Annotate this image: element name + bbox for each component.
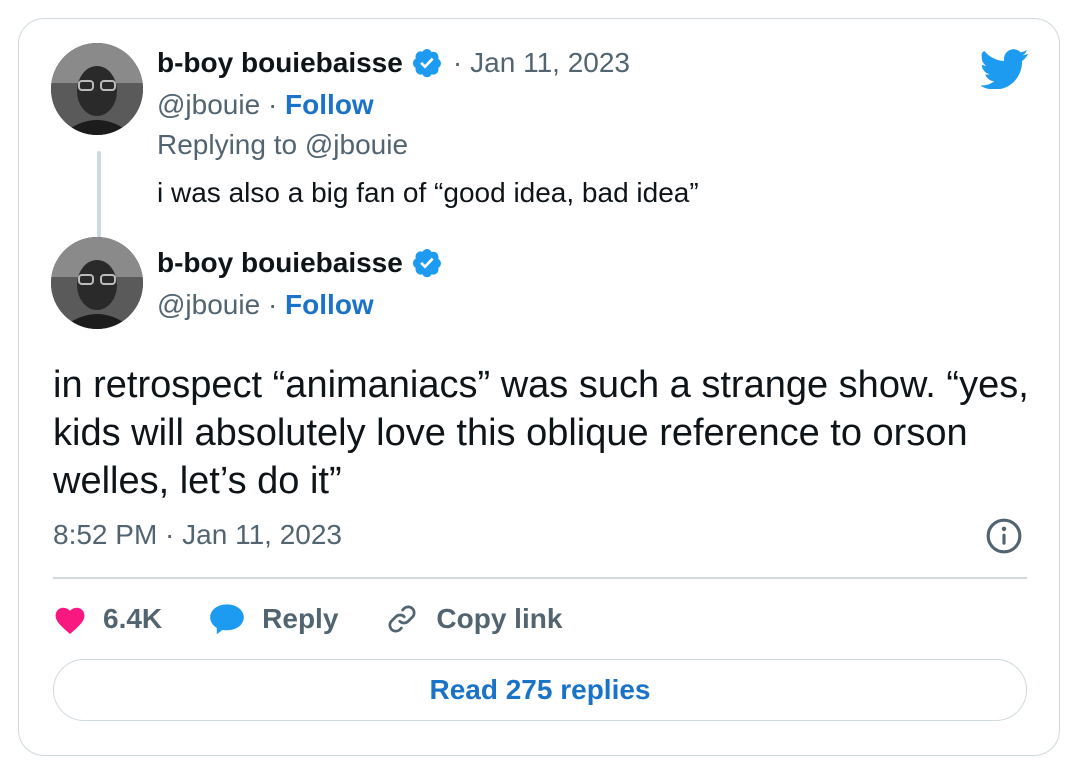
author-handle[interactable]: @jbouie [157,289,260,320]
reply-label: Reply [262,603,339,634]
tweet-timestamp[interactable]: 8:52 PM · Jan 11, 2023 [53,519,342,551]
verified-badge-icon [412,249,441,278]
parent-handle-row: @jbouie · Follow [157,89,374,121]
author-name[interactable]: b-boy bouiebaisse [157,47,403,79]
parent-author-row: b-boy bouiebaisse · Jan 11, 2023 [157,47,630,79]
action-bar: 6.4K Reply Copy link [53,597,608,641]
divider [53,577,1027,579]
main-tweet-text: in retrospect “animaniacs” was such a st… [53,364,1029,502]
read-replies-button[interactable]: Read 275 replies [53,659,1027,721]
thread-connector-line [97,151,101,243]
follow-button[interactable]: Follow [285,289,374,320]
follow-button[interactable]: Follow [285,89,374,120]
like-button[interactable]: 6.4K [53,603,162,635]
separator-dot: · [267,289,278,320]
separator-dot: · [267,89,278,120]
speech-bubble-icon [210,604,244,635]
copy-link-button[interactable]: Copy link [384,601,562,637]
separator-dot: · [452,47,463,78]
info-icon[interactable] [985,517,1023,555]
heart-icon [55,607,85,635]
tweet-date[interactable]: Jan 11, 2023 [470,47,630,79]
author-name[interactable]: b-boy bouiebaisse [157,247,403,279]
verified-badge-icon [412,49,441,78]
main-handle-row: @jbouie · Follow [157,289,374,321]
tweet-embed-card: b-boy bouiebaisse · Jan 11, 2023 @jbouie… [18,18,1060,756]
link-icon [388,605,416,633]
parent-tweet-text: i was also a big fan of “good idea, bad … [157,177,699,208]
twitter-bird-icon[interactable] [981,49,1029,89]
main-author-row: b-boy bouiebaisse [157,247,443,279]
author-handle[interactable]: @jbouie [157,89,260,120]
avatar[interactable] [51,237,143,329]
copy-link-label: Copy link [436,603,563,634]
avatar[interactable] [51,43,143,135]
replying-to-label[interactable]: Replying to @jbouie [157,129,408,161]
reply-button[interactable]: Reply [208,602,338,636]
like-count: 6.4K [103,603,163,634]
